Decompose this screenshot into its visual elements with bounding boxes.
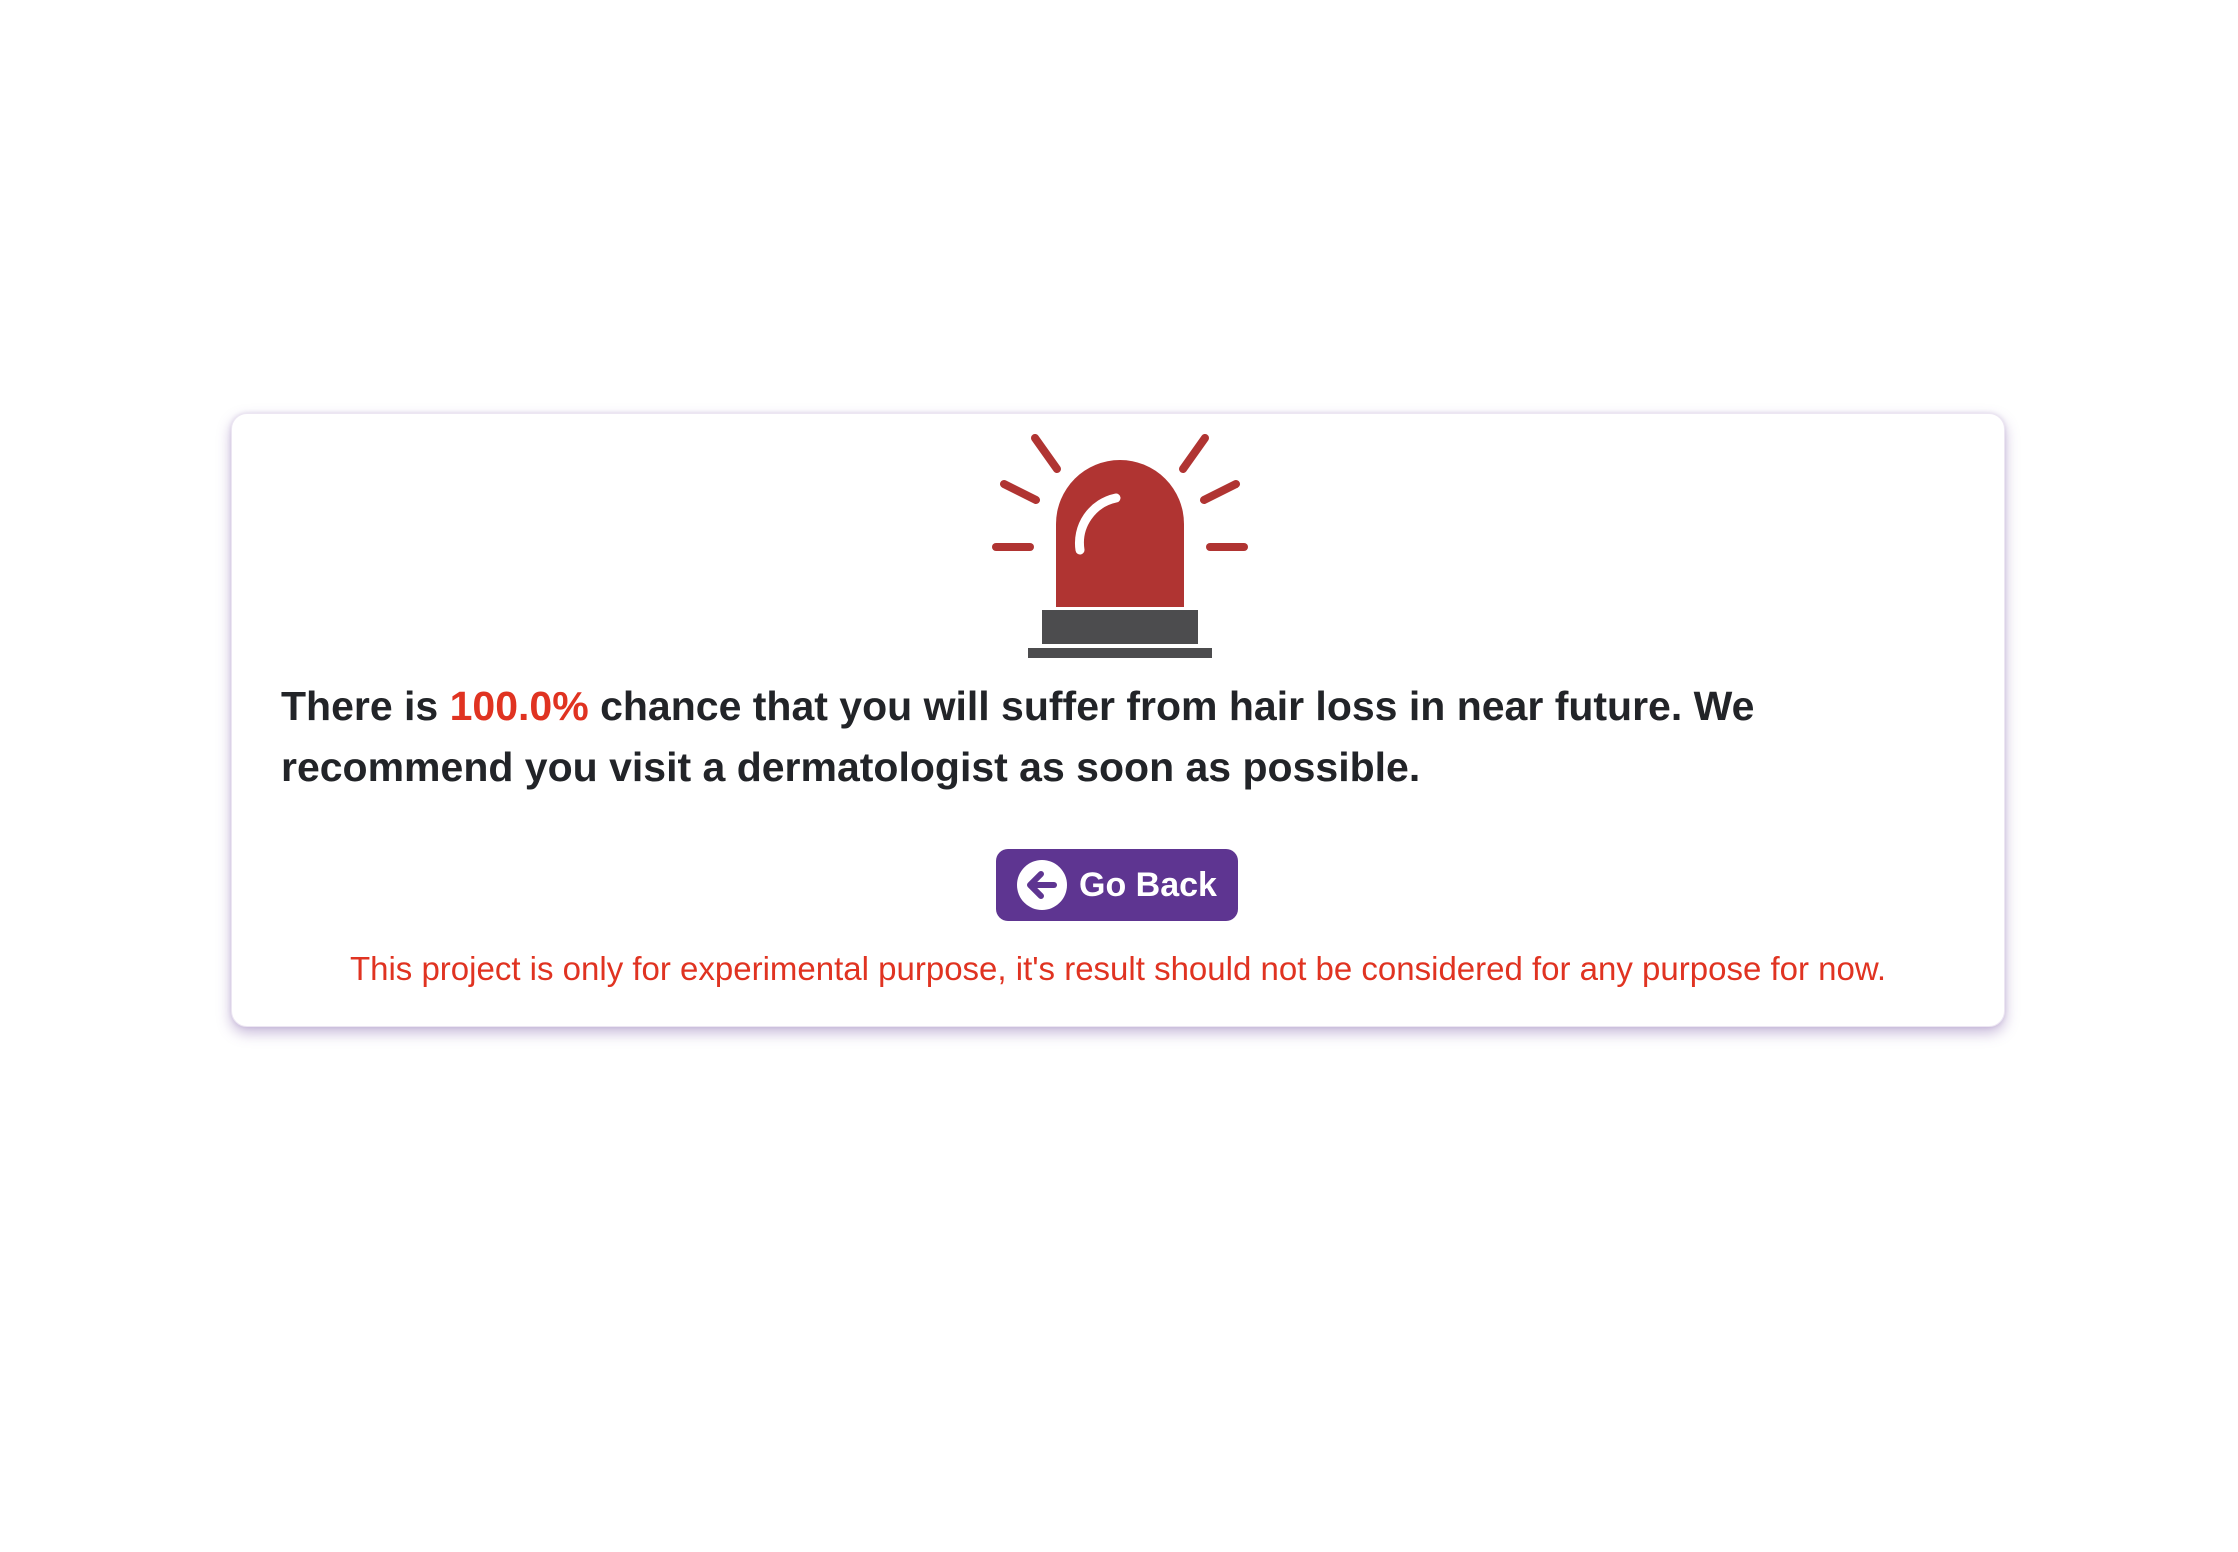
result-card: There is 100.0% chance that you will suf… [231,413,2005,1027]
page: There is 100.0% chance that you will suf… [0,0,2238,1552]
go-back-label: Go Back [1079,865,1217,904]
message-prefix: There is [281,683,450,729]
arrow-left-circle-icon [1017,860,1068,910]
hair-loss-percentage: 100.0% [449,683,589,729]
result-message: There is 100.0% chance that you will suf… [281,676,1841,798]
go-back-button[interactable]: Go Back [996,849,1238,921]
disclaimer-text: This project is only for experimental pu… [349,950,1887,987]
siren-icon [992,434,1248,658]
